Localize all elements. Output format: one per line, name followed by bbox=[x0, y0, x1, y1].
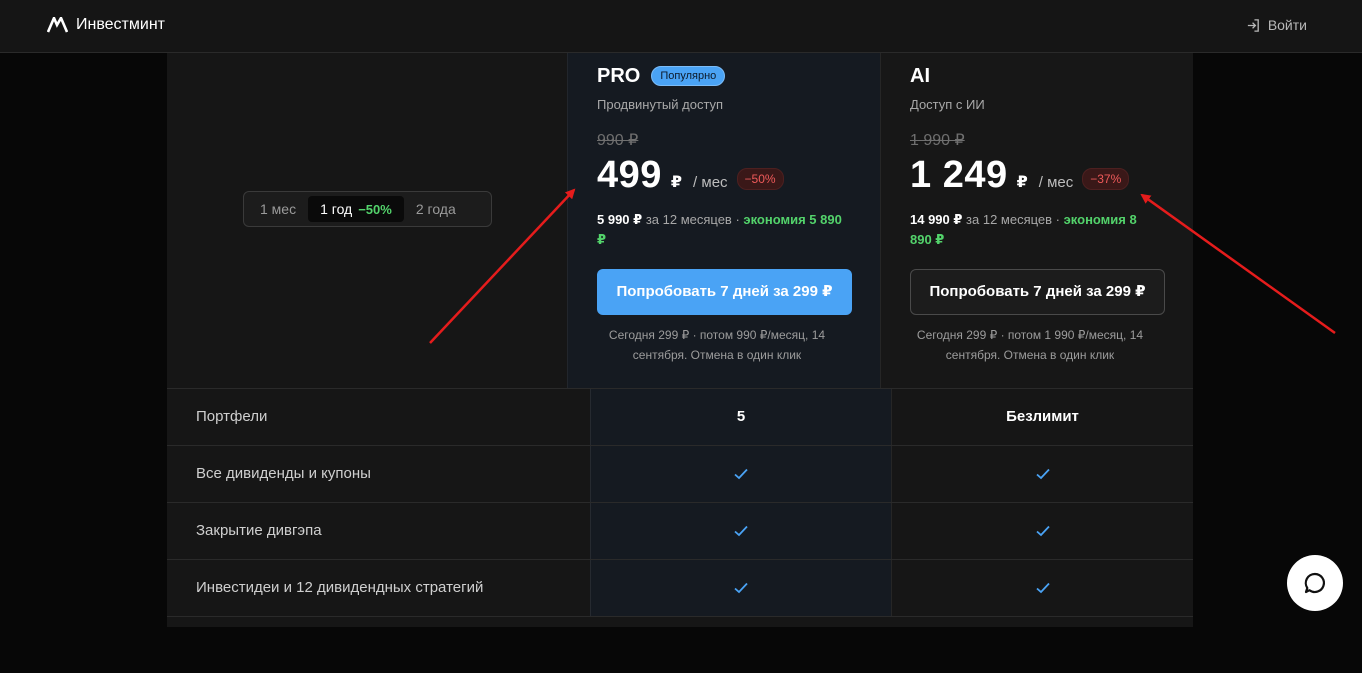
yearly-total: 5 990 ₽ bbox=[597, 212, 643, 227]
yearly-summary: 5 990 ₽ за 12 месяцев · экономия 5 890 ₽ bbox=[597, 210, 847, 250]
yearly-summary: 14 990 ₽ за 12 месяцев · экономия 8 890 … bbox=[910, 210, 1160, 250]
plan-name: AI bbox=[910, 64, 930, 87]
chat-button[interactable] bbox=[1287, 555, 1343, 611]
feature-value-pro bbox=[590, 446, 891, 503]
discount-badge: −50% bbox=[736, 168, 784, 190]
feature-label: Все дивиденды и купоны bbox=[196, 465, 371, 482]
plan-name: PRO bbox=[597, 64, 641, 87]
yearly-text: за 12 месяцев · bbox=[642, 212, 744, 227]
billing-note: Сегодня 299 ₽ · потом 1 990 ₽/месяц, 14 … bbox=[916, 328, 1144, 362]
logo-mark-icon bbox=[47, 17, 68, 33]
yearly-total: 14 990 ₽ bbox=[910, 212, 963, 227]
discount-badge: −37% bbox=[1082, 168, 1130, 190]
table-row: Все дивиденды и купоны bbox=[167, 445, 1193, 503]
popular-badge: Популярно bbox=[651, 66, 726, 86]
price-period: / мес bbox=[1038, 174, 1074, 191]
feature-value-ai bbox=[891, 446, 1193, 503]
old-price: 990 ₽ bbox=[597, 132, 639, 149]
period-option-label: 1 мес bbox=[260, 201, 297, 217]
check-icon bbox=[1035, 468, 1050, 480]
savings-label: экономия bbox=[743, 212, 806, 227]
feature-value-pro bbox=[590, 560, 891, 617]
brand-logo[interactable]: Инвестминт bbox=[47, 16, 165, 34]
feature-value-ai bbox=[891, 560, 1193, 617]
feature-value-pro bbox=[590, 503, 891, 560]
feature-comparison-table: Портфели 5 Безлимит Все дивиденды и купо… bbox=[167, 388, 1193, 673]
price-value: 1 249 bbox=[910, 154, 1008, 196]
price-period: / мес bbox=[693, 174, 728, 191]
check-icon bbox=[1035, 582, 1050, 594]
top-header: Инвестминт Войти bbox=[0, 0, 1362, 53]
plan-subtitle: Продвинутый доступ bbox=[597, 97, 724, 112]
check-icon bbox=[1035, 525, 1050, 537]
yearly-text: за 12 месяцев · bbox=[962, 212, 1064, 227]
table-row: Инвестидеи и 12 дивидендных стратегий bbox=[167, 559, 1193, 617]
try-pro-button[interactable]: Попробовать 7 дней за 299 ₽ bbox=[597, 269, 852, 315]
price-currency: ₽ bbox=[670, 174, 683, 191]
check-icon bbox=[734, 582, 748, 594]
period-toggle: 1 мес 1 год −50% 2 года bbox=[243, 191, 492, 227]
old-price: 1 990 ₽ bbox=[910, 132, 965, 149]
billing-note: Сегодня 299 ₽ · потом 990 ₽/месяц, 14 се… bbox=[608, 328, 826, 362]
check-icon bbox=[734, 468, 748, 480]
table-row: Портфели 5 Безлимит bbox=[167, 388, 1193, 446]
login-arrow-icon bbox=[1247, 18, 1259, 32]
period-option-label: 1 год bbox=[320, 201, 353, 217]
period-option-1-month[interactable]: 1 мес bbox=[248, 196, 308, 222]
plan-subtitle: Доступ с ИИ bbox=[910, 97, 985, 112]
period-selector-area: 1 мес 1 год −50% 2 года bbox=[167, 53, 567, 388]
try-ai-button[interactable]: Попробовать 7 дней за 299 ₽ bbox=[910, 269, 1165, 315]
savings-label: экономия bbox=[1063, 212, 1126, 227]
feature-value-ai bbox=[891, 503, 1193, 560]
feature-label: Закрытие дивгэпа bbox=[196, 522, 322, 539]
feature-label: Портфели bbox=[196, 408, 268, 425]
feature-label: Инвестидеи и 12 дивидендных стратегий bbox=[196, 579, 484, 596]
period-option-1-year[interactable]: 1 год −50% bbox=[308, 196, 404, 222]
feature-value-pro: 5 bbox=[590, 389, 891, 446]
login-label: Войти bbox=[1267, 17, 1307, 33]
price-currency: ₽ bbox=[1016, 174, 1028, 191]
table-row: Закрытие дивгэпа bbox=[167, 502, 1193, 560]
pricing-section: 1 мес 1 год −50% 2 года PRO Популярно Про… bbox=[167, 53, 1193, 627]
period-discount-badge: −50% bbox=[358, 202, 392, 217]
period-option-2-years[interactable]: 2 года bbox=[404, 196, 468, 222]
feature-value-ai: Безлимит bbox=[891, 389, 1193, 446]
price-value: 499 bbox=[597, 154, 662, 196]
brand-name: Инвестминт bbox=[76, 16, 165, 33]
check-icon bbox=[734, 525, 748, 537]
chat-bubble-icon bbox=[1304, 572, 1325, 594]
plan-card-pro: PRO Популярно Продвинутый доступ 990 ₽ 4… bbox=[567, 53, 880, 388]
table-row bbox=[167, 616, 1193, 673]
login-button[interactable]: Войти bbox=[1246, 17, 1307, 33]
plan-card-ai: AI Доступ с ИИ 1 990 ₽ 1 249 ₽ / мес −37… bbox=[880, 53, 1193, 388]
period-option-label: 2 года bbox=[415, 201, 456, 217]
